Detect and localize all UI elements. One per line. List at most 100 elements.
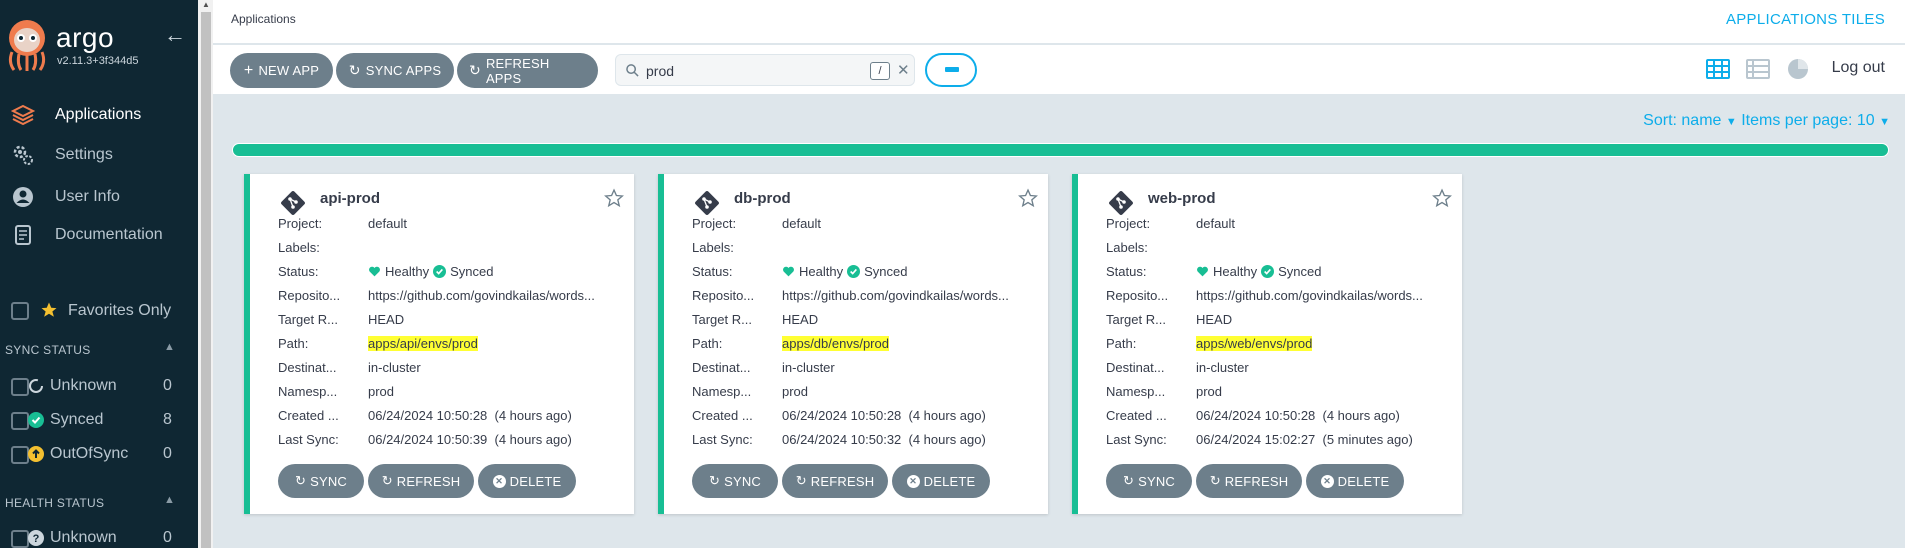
field-label: Reposito...	[692, 288, 755, 303]
refresh-button[interactable]: ↻ REFRESH	[1196, 464, 1302, 498]
items-per-page-dropdown[interactable]: Items per page: 10 ▼	[1741, 112, 1890, 129]
app-name[interactable]: db-prod	[734, 190, 791, 207]
refresh-icon: ↻	[381, 473, 393, 488]
delete-button[interactable]: ✕ DELETE	[892, 464, 990, 498]
field-label: Last Sync:	[278, 432, 339, 447]
sync-icon: ↻	[348, 62, 361, 78]
filter-sync-synced[interactable]: Synced 8	[0, 407, 198, 435]
button-label: DELETE	[509, 473, 562, 489]
page-title: APPLICATIONS TILES	[1725, 11, 1885, 28]
filter-checkbox[interactable]	[11, 446, 29, 464]
field-label: Path:	[278, 336, 309, 351]
project-row: Project: default	[278, 216, 628, 236]
nav-label: Settings	[55, 146, 113, 163]
sync-status: Synced	[864, 264, 908, 279]
sync-button[interactable]: ↻ SYNC	[278, 464, 364, 498]
favorites-filter[interactable]: Favorites Only	[0, 296, 198, 326]
app-card-api-prod[interactable]: api-prod Project: default Labels: Status:…	[244, 174, 634, 514]
search-input[interactable]	[646, 61, 846, 81]
field-label: Namesp...	[1106, 384, 1166, 399]
filter-count: 0	[163, 377, 172, 394]
delete-button[interactable]: ✕ DELETE	[478, 464, 576, 498]
question-circle-icon: ?	[28, 530, 44, 546]
sync-apps-button[interactable]: ↻ SYNC APPS	[336, 53, 454, 88]
list-view-icon[interactable]	[1746, 57, 1770, 81]
namespace-value: prod	[368, 384, 395, 399]
app-card-web-prod[interactable]: web-prod Project: default Labels: Status:…	[1072, 174, 1462, 514]
scrollbar-thumb[interactable]	[201, 12, 211, 548]
repository-value: https://github.com/govindkailas/words...	[1196, 288, 1423, 303]
status-row: Status: Healthy Synced	[692, 264, 1042, 284]
last-sync-row: Last Sync: 06/24/2024 10:50:39 (4 hours a…	[278, 432, 628, 452]
filter-sync-unknown[interactable]: Unknown 0	[0, 373, 198, 401]
nav-item-applications[interactable]: Applications	[0, 98, 198, 132]
refresh-apps-button[interactable]: ↻ REFRESH APPS	[457, 53, 598, 88]
sort-controls: Sort: name ▼ Items per page: 10 ▼	[1643, 112, 1890, 130]
nav-item-settings[interactable]: Settings	[0, 138, 198, 172]
favorite-star-icon[interactable]	[1432, 188, 1452, 208]
namespace-value: prod	[1196, 384, 1223, 399]
health-summary-bar	[232, 143, 1889, 157]
git-icon	[281, 191, 305, 215]
tiles-view-icon[interactable]	[1706, 57, 1730, 81]
field-label: Destinat...	[1106, 360, 1165, 375]
app-card-db-prod[interactable]: db-prod Project: default Labels: Status: …	[658, 174, 1048, 514]
plus-icon: +	[243, 61, 254, 79]
filter-checkbox[interactable]	[11, 530, 29, 548]
refresh-button[interactable]: ↻ REFRESH	[782, 464, 888, 498]
collapse-sidebar-icon[interactable]: ←	[164, 22, 186, 48]
app-name[interactable]: web-prod	[1148, 190, 1216, 207]
new-app-button[interactable]: + NEW APP	[230, 53, 333, 88]
git-icon	[1109, 191, 1133, 215]
destination-value: in-cluster	[1196, 360, 1249, 375]
summary-pie-icon[interactable]	[1786, 57, 1810, 81]
filter-sync-outofsync[interactable]: OutOfSync 0	[0, 441, 198, 469]
target-value: HEAD	[1196, 312, 1233, 327]
sync-icon: ↻	[1122, 473, 1135, 488]
breadcrumb[interactable]: Applications	[231, 12, 296, 26]
labels-row: Labels:	[1106, 240, 1456, 260]
filter-checkbox[interactable]	[11, 378, 29, 396]
favorites-label: Favorites Only	[68, 302, 172, 319]
last-sync-value: 06/24/2024 10:50:32 (4 hours ago)	[782, 432, 986, 447]
refresh-button[interactable]: ↻ REFRESH	[368, 464, 474, 498]
circle-notch-icon	[28, 378, 44, 394]
sort-dropdown[interactable]: Sort: name ▼	[1643, 112, 1737, 129]
project-value: default	[782, 216, 822, 231]
layers-icon	[11, 103, 35, 127]
filter-checkbox[interactable]	[11, 412, 29, 430]
caret-down-icon: ▼	[1725, 116, 1737, 128]
delete-button[interactable]: ✕ DELETE	[1306, 464, 1404, 498]
app-name[interactable]: api-prod	[320, 190, 380, 207]
nav-item-user-info[interactable]: User Info	[0, 180, 198, 214]
shortcut-hint: /	[870, 62, 890, 80]
favorite-star-icon[interactable]	[1018, 188, 1038, 208]
favorite-star-icon[interactable]	[604, 188, 624, 208]
filter-health-unknown[interactable]: ? Unknown 0	[0, 525, 198, 548]
svg-text:?: ?	[33, 533, 40, 545]
git-icon	[695, 191, 719, 215]
refresh-icon: ↻	[1209, 473, 1221, 488]
logout-link[interactable]: Log out	[1832, 59, 1885, 77]
button-label: REFRESH APPS	[485, 55, 550, 86]
clear-search-icon[interactable]: ✕	[897, 61, 910, 79]
favorites-checkbox[interactable]	[11, 302, 29, 320]
namespace-row: Namesp... prod	[1106, 384, 1456, 404]
repository-row: Reposito... https://github.com/govindkail…	[1106, 288, 1456, 308]
close-circle-icon: ✕	[492, 474, 506, 488]
filters-toggle-button[interactable]	[925, 53, 977, 87]
sync-button[interactable]: ↻ SYNC	[692, 464, 778, 498]
labels-row: Labels:	[278, 240, 628, 260]
search-box[interactable]: / ✕	[615, 54, 915, 86]
sync-button[interactable]: ↻ SYNC	[1106, 464, 1192, 498]
filter-count: 0	[163, 529, 172, 546]
argo-logo-icon	[8, 20, 46, 71]
field-label: Path:	[1106, 336, 1137, 351]
arrow-up-circle-icon	[28, 446, 44, 462]
scroll-up-arrow-icon[interactable]: ▲	[201, 0, 211, 10]
collapse-caret-icon[interactable]: ▲	[164, 494, 175, 506]
labels-row: Labels:	[692, 240, 1042, 260]
nav-item-documentation[interactable]: Documentation	[0, 218, 198, 252]
filter-count: 8	[163, 411, 172, 428]
collapse-caret-icon[interactable]: ▲	[164, 341, 175, 353]
